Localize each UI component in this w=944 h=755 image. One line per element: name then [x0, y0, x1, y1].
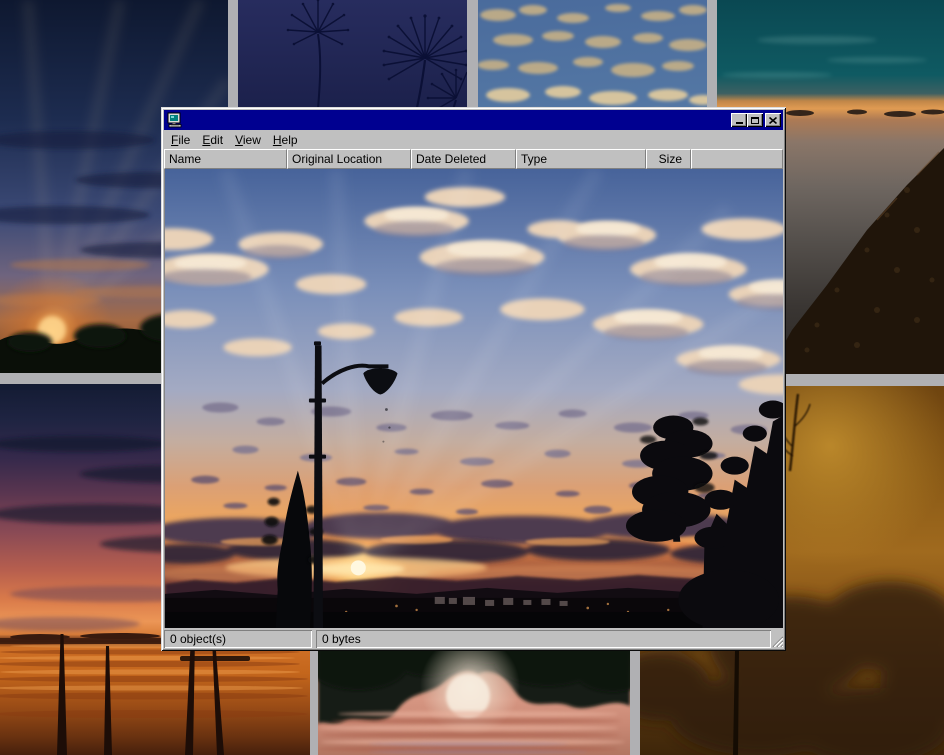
column-header-size[interactable]: Size: [646, 149, 691, 169]
column-header-name[interactable]: Name: [164, 149, 287, 169]
list-view-area[interactable]: [164, 169, 783, 628]
maximize-button[interactable]: [747, 113, 763, 127]
close-button[interactable]: [765, 113, 781, 127]
status-bar: 0 object(s) 0 bytes: [164, 628, 783, 648]
resize-grip[interactable]: [770, 634, 783, 647]
close-icon: [769, 117, 777, 124]
minimize-button[interactable]: [731, 113, 747, 127]
column-header-date-deleted[interactable]: Date Deleted: [411, 149, 516, 169]
column-header-row: Name Original Location Date Deleted Type…: [164, 149, 783, 169]
column-header-filler[interactable]: [691, 149, 783, 169]
menu-help[interactable]: Help: [267, 132, 304, 148]
maximize-icon: [751, 117, 759, 124]
column-header-original-location[interactable]: Original Location: [287, 149, 411, 169]
recycle-bin-window: File Edit View Help Name Original Locati…: [161, 107, 786, 651]
computer-icon: [167, 112, 183, 128]
menu-file[interactable]: File: [165, 132, 196, 148]
minimize-icon: [736, 122, 743, 124]
menu-bar: File Edit View Help: [164, 130, 783, 149]
menu-edit[interactable]: Edit: [196, 132, 229, 148]
menu-view[interactable]: View: [229, 132, 267, 148]
column-header-type[interactable]: Type: [516, 149, 646, 169]
sunset-lamp-photo: [165, 169, 783, 628]
status-object-count: 0 object(s): [164, 630, 312, 648]
window-titlebar[interactable]: [164, 110, 783, 130]
status-byte-count: 0 bytes: [316, 630, 771, 648]
sun: [351, 560, 366, 575]
desktop: File Edit View Help Name Original Locati…: [0, 0, 944, 755]
